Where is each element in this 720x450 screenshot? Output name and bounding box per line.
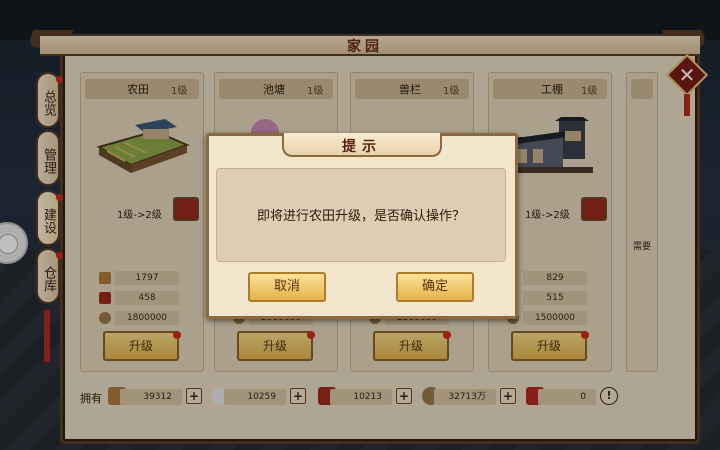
dialog-message: 即将进行农田升级，是否确认操作？	[256, 209, 465, 224]
dialog-title: 提示	[342, 139, 382, 155]
confirm-button[interactable]: 确定	[396, 272, 474, 302]
cancel-button[interactable]: 取消	[248, 272, 326, 302]
